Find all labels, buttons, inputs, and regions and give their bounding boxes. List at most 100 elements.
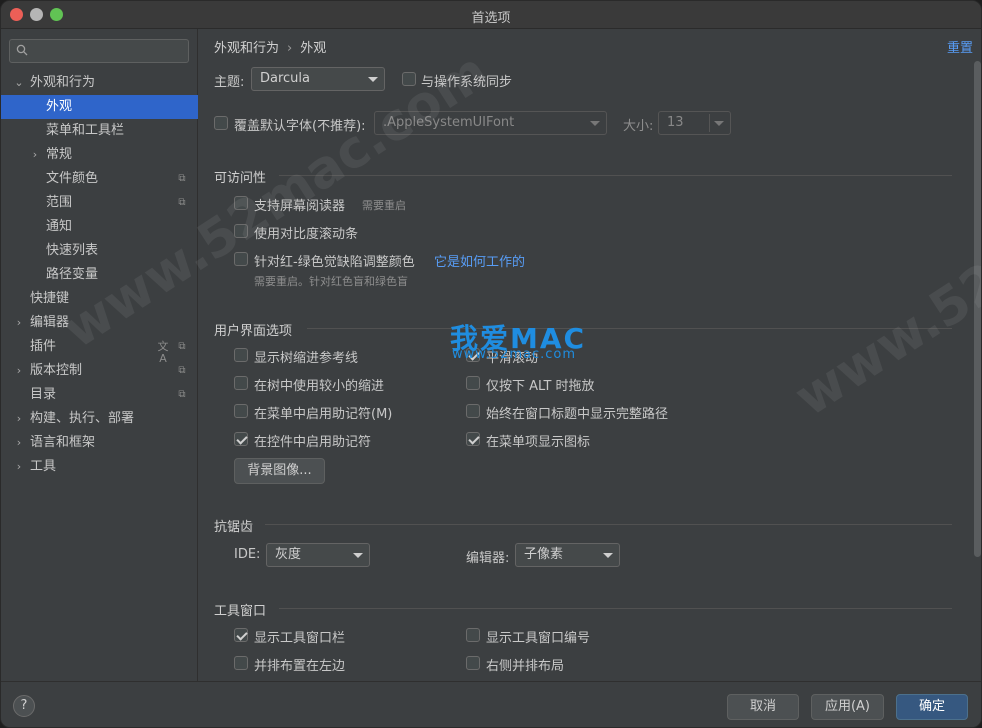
smaller-indent-checkbox[interactable] <box>234 376 248 390</box>
show-numbers-label: 显示工具窗口编号 <box>486 631 591 646</box>
full-path-title-checkbox[interactable] <box>466 404 480 418</box>
apply-button[interactable]: 应用(A) <box>811 694 884 720</box>
menu-mnemonics-label: 在菜单中启用助记符(M) <box>254 407 393 422</box>
editor-antialiasing-select[interactable]: 子像素 <box>515 543 620 567</box>
sidebar-item-label: 工具 <box>30 459 57 474</box>
sidebar-item-label: 通知 <box>46 219 73 234</box>
editor-antialiasing-value: 子像素 <box>524 547 564 562</box>
settings-search-input[interactable] <box>9 39 189 63</box>
menu-icons-label: 在菜单项显示图标 <box>486 435 591 450</box>
sidebar-item-label: 版本控制 <box>30 363 83 378</box>
menu-mnemonics-checkbox[interactable] <box>234 404 248 418</box>
control-mnemonics-label: 在控件中启用助记符 <box>254 435 372 450</box>
sidebar-item-label: 外观 <box>46 99 73 114</box>
chevron-right-icon[interactable]: › <box>29 143 41 167</box>
title-bar: 首选项 <box>1 1 981 29</box>
section-divider <box>279 175 952 176</box>
ui-options-section-title: 用户界面选项 <box>214 324 293 339</box>
sidebar-item[interactable]: 菜单和工具栏 <box>1 119 198 143</box>
restart-hint: 需要重启 <box>362 199 406 212</box>
sidebar-item[interactable]: 外观 <box>1 95 198 119</box>
section-divider <box>279 608 952 609</box>
sidebar-item[interactable]: › 构建、执行、部署 <box>1 407 198 431</box>
color-deficiency-label: 针对红-绿色觉缺陷调整颜色 <box>254 255 415 270</box>
translate-icon: 文A <box>157 340 169 365</box>
brand-url: www.52mac.com <box>452 347 577 362</box>
sidebar-item[interactable]: ⌄ 外观和行为 <box>1 71 198 95</box>
side-by-side-right-label: 右侧并排布局 <box>486 659 565 674</box>
section-divider <box>307 328 952 329</box>
chevron-right-icon[interactable]: › <box>13 359 25 383</box>
chevron-down-icon <box>590 121 600 126</box>
sidebar-item-label: 插件 <box>30 339 57 354</box>
sidebar-item-label: 构建、执行、部署 <box>30 411 135 426</box>
font-size-select[interactable]: 13 <box>658 111 731 135</box>
control-mnemonics-checkbox[interactable] <box>234 432 248 446</box>
dialog-footer: ? 取消 应用(A) 确定 <box>1 681 981 727</box>
indent-guides-label: 显示树缩进参考线 <box>254 351 359 366</box>
copy-icon: ⧉ <box>178 173 186 184</box>
sidebar-item-label: 范围 <box>46 195 73 210</box>
sidebar-item[interactable]: › 版本控制 ⧉ <box>1 359 198 383</box>
indent-guides-checkbox[interactable] <box>234 348 248 362</box>
breadcrumb-separator: › <box>287 41 293 56</box>
alt-drag-checkbox[interactable] <box>466 376 480 390</box>
theme-label: 主题: <box>214 75 245 90</box>
ok-button[interactable]: 确定 <box>896 694 968 720</box>
sidebar-item-label: 目录 <box>30 387 57 402</box>
cancel-button[interactable]: 取消 <box>727 694 799 720</box>
section-divider <box>265 524 952 525</box>
antialiasing-section-title: 抗锯齿 <box>214 520 254 535</box>
font-size-label: 大小: <box>623 119 654 134</box>
ide-antialiasing-select[interactable]: 灰度 <box>266 543 370 567</box>
chevron-down-icon <box>603 553 613 558</box>
sidebar-item[interactable]: 范围 ⧉ <box>1 191 198 215</box>
show-stripes-checkbox[interactable] <box>234 628 248 642</box>
side-by-side-right-checkbox[interactable] <box>466 656 480 670</box>
show-numbers-checkbox[interactable] <box>466 628 480 642</box>
sidebar-item-label: 快速列表 <box>46 243 99 258</box>
chevron-down-icon <box>353 553 363 558</box>
chevron-down-icon <box>368 77 378 82</box>
chevron-right-icon[interactable]: › <box>13 431 25 455</box>
side-by-side-left-checkbox[interactable] <box>234 656 248 670</box>
theme-select[interactable]: Darcula <box>251 67 385 91</box>
preferences-window: 首选项 ⌄ 外观和行为 外观 菜单和工具栏 › 常规 文件颜色 ⧉ 范围 ⧉ 通知 快速列表 路径变量快… <box>0 0 982 728</box>
settings-sidebar: ⌄ 外观和行为 外观 菜单和工具栏 › 常规 文件颜色 ⧉ 范围 ⧉ 通知 快速列表 路径变量 快捷键 › 编… <box>1 29 198 681</box>
show-stripes-label: 显示工具窗口栏 <box>254 631 346 646</box>
chevron-down-icon <box>714 121 724 126</box>
menu-icons-checkbox[interactable] <box>466 432 480 446</box>
sidebar-item[interactable]: › 常规 <box>1 143 198 167</box>
sidebar-item[interactable]: 目录 ⧉ <box>1 383 198 407</box>
font-size-value: 13 <box>667 115 684 130</box>
window-title: 首选项 <box>471 11 511 26</box>
sidebar-item[interactable]: › 工具 <box>1 455 198 479</box>
search-icon <box>16 44 28 56</box>
chevron-right-icon[interactable]: › <box>13 455 25 479</box>
chevron-right-icon[interactable]: › <box>13 311 25 335</box>
sidebar-item-label: 路径变量 <box>46 267 99 282</box>
divider <box>709 114 710 132</box>
sidebar-item-label: 外观和行为 <box>30 75 96 90</box>
side-by-side-left-label: 并排布置在左边 <box>254 659 346 674</box>
color-deficiency-hint: 需要重启。针对红色盲和绿色盲 <box>254 275 408 288</box>
theme-select-value: Darcula <box>260 71 311 86</box>
alt-drag-label: 仅按下 ALT 时拖放 <box>486 379 595 394</box>
smaller-indent-label: 在树中使用较小的缩进 <box>254 379 385 394</box>
sidebar-item[interactable]: 文件颜色 ⧉ <box>1 167 198 191</box>
help-button[interactable]: ? <box>13 695 35 717</box>
copy-icon: ⧉ <box>178 197 186 208</box>
sidebar-item-label: 文件颜色 <box>46 171 99 186</box>
ide-antialiasing-label: IDE: <box>234 547 261 562</box>
full-path-title-label: 始终在窗口标题中显示完整路径 <box>486 407 669 422</box>
sidebar-item[interactable]: › 语言和框架 <box>1 431 198 455</box>
background-image-button[interactable]: 背景图像... <box>234 458 325 484</box>
chevron-right-icon[interactable]: › <box>13 407 25 431</box>
chevron-down-icon[interactable]: ⌄ <box>13 71 25 95</box>
override-font-checkbox[interactable] <box>214 116 228 130</box>
how-it-works-link[interactable]: 它是如何工作的 <box>434 251 525 270</box>
reset-link[interactable]: 重置 <box>947 37 973 56</box>
sidebar-item-label: 常规 <box>46 147 73 162</box>
ide-antialiasing-value: 灰度 <box>275 547 302 562</box>
breadcrumb-item[interactable]: 外观和行为 <box>214 41 279 56</box>
